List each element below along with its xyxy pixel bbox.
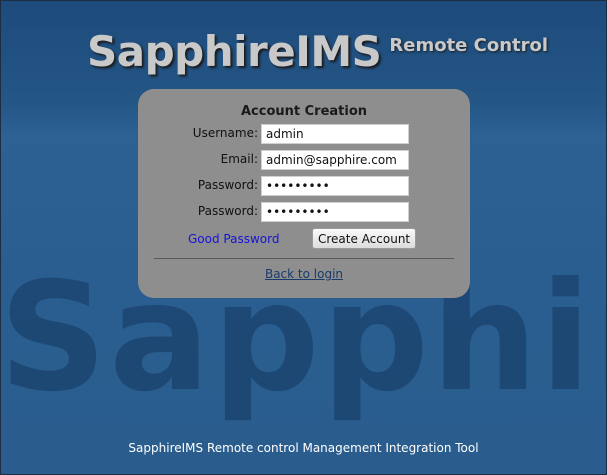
password-input[interactable] <box>261 176 409 196</box>
password-label: Password: <box>197 178 258 192</box>
panel-title: Account Creation <box>240 104 368 119</box>
brand-header: SapphireIMS Remote Control <box>87 27 548 76</box>
confirm-password-row: Password: <box>138 202 470 222</box>
email-row: Email: <box>138 150 470 170</box>
back-link-container: Back to login <box>138 267 470 281</box>
email-input[interactable] <box>261 150 409 170</box>
divider <box>154 258 454 259</box>
username-label: Username: <box>192 126 258 140</box>
confirm-password-label: Password: <box>197 204 258 218</box>
username-row: Username: <box>138 124 470 144</box>
login-page: Sapphire SapphireIMS Remote Control Acco… <box>0 0 607 475</box>
back-to-login-link[interactable]: Back to login <box>265 267 343 281</box>
brand-subtitle: Remote Control <box>389 35 549 56</box>
create-account-button[interactable]: Create Account <box>312 228 417 249</box>
email-label: Email: <box>220 152 258 166</box>
password-row: Password: <box>138 176 470 196</box>
confirm-password-input[interactable] <box>261 202 409 222</box>
footer-text: SapphireIMS Remote control Management In… <box>128 441 479 455</box>
password-strength-indicator: Good Password <box>188 232 280 246</box>
brand-name: SapphireIMS <box>87 27 382 76</box>
username-input[interactable] <box>261 124 409 144</box>
account-creation-panel: Account Creation Username: Email: Passwo… <box>138 89 470 298</box>
